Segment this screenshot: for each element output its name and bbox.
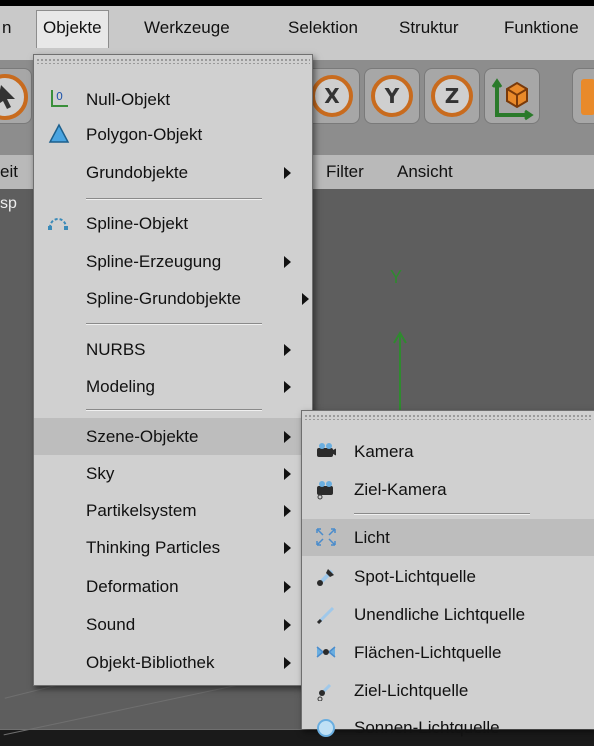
area-light-icon [316, 646, 336, 658]
menu-item-spline-erzeugung[interactable]: Spline-Erzeugung [34, 243, 312, 280]
move-tool-button[interactable] [0, 68, 32, 124]
submenu-arrow-icon [284, 344, 291, 356]
submenu-arrow-icon [284, 505, 291, 517]
menu-item-ziel-lichtquelle[interactable]: Ziel-Lichtquelle [302, 672, 594, 709]
submenu-arrow-icon [284, 256, 291, 268]
axis-z-icon: Z [431, 75, 473, 117]
target-light-icon [317, 683, 332, 701]
menu-item-spot-lichtquelle[interactable]: Spot-Lichtquelle [302, 558, 594, 595]
menu-item-sky[interactable]: Sky [34, 455, 312, 492]
svg-text:0: 0 [56, 90, 63, 103]
world-coordinates-button[interactable] [484, 68, 540, 124]
axis-y-button[interactable]: Y [364, 68, 420, 124]
menu-struktur[interactable]: Struktur [399, 18, 459, 38]
viewport-menu-filter[interactable]: Filter [326, 162, 364, 182]
submenu-arrow-icon [284, 468, 291, 480]
submenu-arrow-icon [284, 167, 291, 179]
menu-item-sonnen-lichtquelle[interactable]: Sonnen-Lichtquelle [302, 709, 594, 746]
submenu-arrow-icon [284, 431, 291, 443]
submenu-arrow-icon [284, 581, 291, 593]
menu-item-partikelsystem[interactable]: Partikelsystem [34, 492, 312, 529]
menu-item-deformation[interactable]: Deformation [34, 568, 312, 605]
menu-item-spline-objekt[interactable]: Spline-Objekt [34, 205, 312, 242]
cursor-arrow-icon [0, 74, 28, 120]
menu-item-sound[interactable]: Sound [34, 606, 312, 643]
y-axis-label: Y [390, 267, 403, 287]
menu-separator [86, 323, 262, 325]
menu-item-licht[interactable]: Licht [302, 519, 594, 556]
partial-tool-icon [581, 79, 594, 115]
submenu-arrow-icon [284, 542, 291, 554]
cube-coordinates-icon [491, 78, 534, 121]
menu-item-unendliche-lichtquelle[interactable]: Unendliche Lichtquelle [302, 596, 594, 633]
spline-object-icon [48, 218, 68, 230]
light-icon [316, 528, 336, 546]
sun-light-icon [317, 719, 335, 737]
tearoff-grip[interactable] [304, 414, 592, 420]
submenu-arrow-icon [284, 619, 291, 631]
tearoff-grip[interactable] [36, 58, 310, 64]
submenu-arrow-icon [284, 657, 291, 669]
menu-item-objekt-bibliothek[interactable]: Objekt-Bibliothek [34, 644, 312, 681]
viewport-menu-ansicht[interactable]: Ansicht [397, 162, 453, 182]
menu-item-flaechen-lichtquelle[interactable]: Flächen-Lichtquelle [302, 634, 594, 671]
axis-y-icon: Y [371, 75, 413, 117]
viewport-menu-partial[interactable]: eit [0, 162, 18, 182]
menu-selektion[interactable]: Selektion [288, 18, 358, 38]
menu-item-null-objekt[interactable]: 0 Null-Objekt [34, 81, 312, 118]
menu-item-thinking-particles[interactable]: Thinking Particles [34, 529, 312, 566]
menu-partial-left[interactable]: n [2, 18, 11, 38]
menu-funktionen[interactable]: Funktione [504, 18, 579, 38]
toolbar-button-partial[interactable] [572, 68, 594, 124]
camera-icon [317, 443, 336, 457]
null-object-icon: 0 [51, 90, 68, 107]
axis-x-icon: X [311, 75, 353, 117]
menu-item-nurbs[interactable]: NURBS [34, 331, 312, 368]
y-axis-arrow-icon [393, 331, 407, 419]
spotlight-icon [317, 569, 334, 586]
target-camera-icon [317, 481, 333, 500]
menu-separator [354, 513, 530, 515]
menu-separator [86, 409, 262, 411]
menu-item-modeling[interactable]: Modeling [34, 368, 312, 405]
polygon-object-icon [48, 123, 70, 143]
menu-separator [86, 198, 262, 200]
menu-objekte[interactable]: Objekte [36, 10, 109, 48]
viewport-label-partial: sp [0, 195, 17, 212]
menu-item-polygon-objekt[interactable]: Polygon-Objekt [34, 116, 312, 153]
menu-item-szene-objekte[interactable]: Szene-Objekte [34, 418, 312, 455]
menu-item-kamera[interactable]: Kamera [302, 433, 594, 470]
submenu-arrow-icon [302, 293, 309, 305]
menu-item-ziel-kamera[interactable]: Ziel-Kamera [302, 471, 594, 508]
szene-objekte-submenu: Kamera Ziel-Kamera Licht Spot-Lichtquell… [301, 410, 594, 737]
axis-z-button[interactable]: Z [424, 68, 480, 124]
menu-werkzeuge[interactable]: Werkzeuge [144, 18, 230, 38]
infinite-light-icon [316, 606, 335, 625]
submenu-arrow-icon [284, 381, 291, 393]
menu-item-grundobjekte[interactable]: Grundobjekte [34, 154, 312, 191]
objekte-menu: 0 Null-Objekt Polygon-Objekt Grundobjekt… [33, 54, 313, 686]
menu-item-spline-grundobjekte[interactable]: Spline-Grundobjekte [34, 280, 312, 317]
